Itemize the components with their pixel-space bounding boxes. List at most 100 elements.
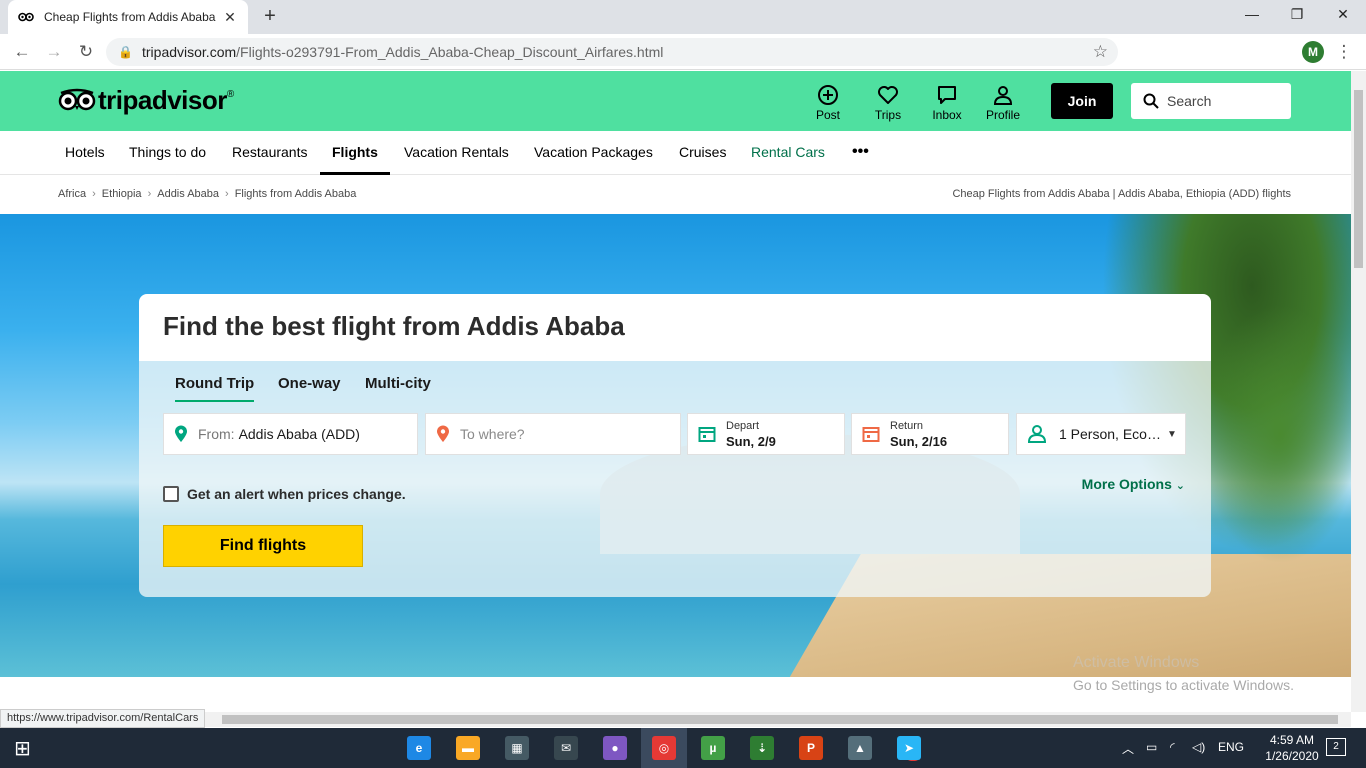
powerpoint-icon[interactable]: P (799, 736, 823, 760)
price-alert-label: Get an alert when prices change. (187, 486, 406, 502)
bookmark-star-icon[interactable]: ☆ (1093, 42, 1108, 62)
owl-logo-icon (58, 88, 96, 111)
nav-hotels[interactable]: Hotels (63, 131, 107, 175)
photos-icon[interactable]: ▲ (848, 736, 872, 760)
travelers-value: 1 Person, Eco… (1059, 426, 1161, 442)
url-path: /Flights-o293791-From_Addis_Ababa-Cheap_… (236, 44, 664, 60)
breadcrumb-ethiopia[interactable]: Ethiopia (102, 188, 142, 200)
profile-label: Profile (985, 108, 1020, 122)
browser-tab[interactable]: Cheap Flights from Addis Ababa ✕ (8, 0, 248, 34)
file-explorer-icon[interactable]: ▬ (456, 736, 480, 760)
search-icon (1143, 93, 1159, 109)
forward-icon[interactable]: → (44, 42, 64, 62)
mail-icon[interactable]: ✉ (554, 736, 578, 760)
breadcrumb: Africa › Ethiopia › Addis Ababa › Flight… (58, 188, 356, 200)
post-button[interactable]: Post (803, 84, 853, 122)
nav-restaurants[interactable]: Restaurants (230, 131, 309, 175)
logo-registered-mark: ® (226, 89, 235, 100)
card-header: Find the best flight from Addis Ababa (139, 294, 1211, 361)
utorrent-icon[interactable]: µ (701, 736, 725, 760)
from-field[interactable]: From: Addis Ababa (ADD) (163, 413, 418, 455)
flight-search-card: Find the best flight from Addis Ababa Ro… (139, 294, 1211, 597)
nav-cruises[interactable]: Cruises (677, 131, 728, 175)
tab-round-trip[interactable]: Round Trip (175, 375, 255, 402)
nav-things-to-do[interactable]: Things to do (127, 131, 208, 175)
telegram-icon[interactable]: ➤ (897, 736, 921, 760)
site-search-box[interactable] (1131, 83, 1291, 119)
battery-icon[interactable]: ▭ (1146, 740, 1157, 754)
tray-chevron-icon[interactable]: ︿ (1122, 740, 1134, 757)
lock-icon: 🔒 (118, 45, 133, 59)
new-tab-button[interactable]: + (258, 6, 282, 28)
close-window-button[interactable]: ✕ (1323, 4, 1363, 28)
address-bar[interactable]: 🔒 tripadvisor.com/Flights-o293791-From_A… (106, 38, 1118, 66)
breadcrumb-separator: › (147, 188, 152, 200)
search-input[interactable] (1167, 93, 1277, 109)
breadcrumb-africa[interactable]: Africa (58, 188, 86, 200)
vertical-scrollbar-thumb[interactable] (1354, 90, 1363, 268)
browser-tab-strip: Cheap Flights from Addis Ababa ✕ + — ❐ ✕ (0, 0, 1366, 34)
nav-flights[interactable]: Flights (320, 131, 390, 175)
trips-button[interactable]: Trips (863, 84, 913, 122)
return-date-field[interactable]: Return Sun, 2/16 (851, 413, 1009, 455)
language-indicator[interactable]: ENG (1218, 740, 1244, 754)
calendar-green-icon (698, 425, 718, 443)
maximize-button[interactable]: ❐ (1277, 4, 1317, 28)
edge-icon[interactable]: e (407, 736, 431, 760)
return-label: Return (890, 420, 924, 432)
wifi-icon[interactable]: ◜ (1170, 740, 1175, 754)
browser-menu-icon[interactable]: ⋮ (1334, 42, 1354, 62)
depart-date-field[interactable]: Depart Sun, 2/9 (687, 413, 845, 455)
reload-icon[interactable]: ↻ (76, 42, 96, 62)
chrome-icon[interactable]: ◎ (652, 736, 676, 760)
price-alert-checkbox[interactable] (163, 486, 179, 502)
url-host: tripadvisor.com (142, 44, 237, 60)
tab-close-icon[interactable]: ✕ (222, 9, 238, 26)
breadcrumb-addis-ababa[interactable]: Addis Ababa (157, 188, 219, 200)
profile-avatar[interactable]: M (1302, 41, 1324, 63)
price-alert-row[interactable]: Get an alert when prices change. (163, 486, 406, 502)
tab-title: Cheap Flights from Addis Ababa (44, 10, 216, 24)
minimize-button[interactable]: — (1232, 4, 1272, 28)
start-button[interactable]: ⊞ (14, 736, 31, 761)
volume-icon[interactable]: ◁) (1192, 740, 1205, 754)
inbox-button[interactable]: Inbox (922, 84, 972, 122)
nav-rental-cars[interactable]: Rental Cars (749, 131, 827, 175)
more-options-chevron-icon: ⌄ (1175, 480, 1185, 492)
join-button[interactable]: Join (1051, 83, 1113, 119)
green-pin-icon (174, 425, 190, 443)
from-label: From: (198, 426, 235, 442)
tripadvisor-logo[interactable]: tripadvisor ® (58, 85, 234, 115)
page-description: Cheap Flights from Addis Ababa | Addis A… (952, 188, 1291, 200)
notifications-icon[interactable]: 2 (1326, 738, 1346, 756)
find-flights-button[interactable]: Find flights (163, 525, 363, 567)
tab-one-way[interactable]: One-way (278, 375, 341, 402)
nav-vacation-packages[interactable]: Vacation Packages (532, 131, 655, 175)
card-form: Round Trip One-way Multi-city From: Addi… (139, 361, 1211, 597)
depart-label: Depart (726, 420, 760, 432)
travelers-field[interactable]: 1 Person, Eco… ▼ (1016, 413, 1186, 455)
breadcrumb-separator: › (92, 188, 96, 200)
idm-icon[interactable]: ⇣ (750, 736, 774, 760)
profile-button[interactable]: Profile (978, 84, 1028, 122)
nav-more-icon[interactable]: ••• (850, 131, 871, 175)
to-field[interactable]: To where? (425, 413, 681, 455)
system-clock[interactable]: 4:59 AM 1/26/2020 (1264, 732, 1320, 764)
purple-app-icon[interactable]: ● (603, 736, 627, 760)
activation-watermark-title: Activate Windows (1073, 654, 1200, 671)
category-nav: Hotels Things to do Restaurants Flights … (0, 131, 1351, 175)
store-icon[interactable]: ▦ (505, 736, 529, 760)
heart-icon (878, 86, 898, 104)
tripadvisor-favicon-icon (18, 9, 34, 25)
horizontal-scrollbar-thumb[interactable] (222, 715, 1338, 724)
nav-vacation-rentals[interactable]: Vacation Rentals (402, 131, 511, 175)
activation-watermark-text: Go to Settings to activate Windows. (1073, 677, 1294, 693)
tab-multi-city[interactable]: Multi-city (365, 375, 431, 402)
back-icon[interactable]: ← (12, 42, 32, 62)
to-placeholder: To where? (460, 426, 525, 442)
hero-palm-trees-right (1200, 304, 1351, 564)
more-options-link[interactable]: More Options ⌄ (1082, 476, 1185, 492)
post-plus-icon (818, 85, 838, 105)
browser-toolbar: ← → ↻ 🔒 tripadvisor.com/Flights-o293791-… (0, 34, 1366, 95)
chevron-down-icon: ▼ (1166, 428, 1177, 440)
